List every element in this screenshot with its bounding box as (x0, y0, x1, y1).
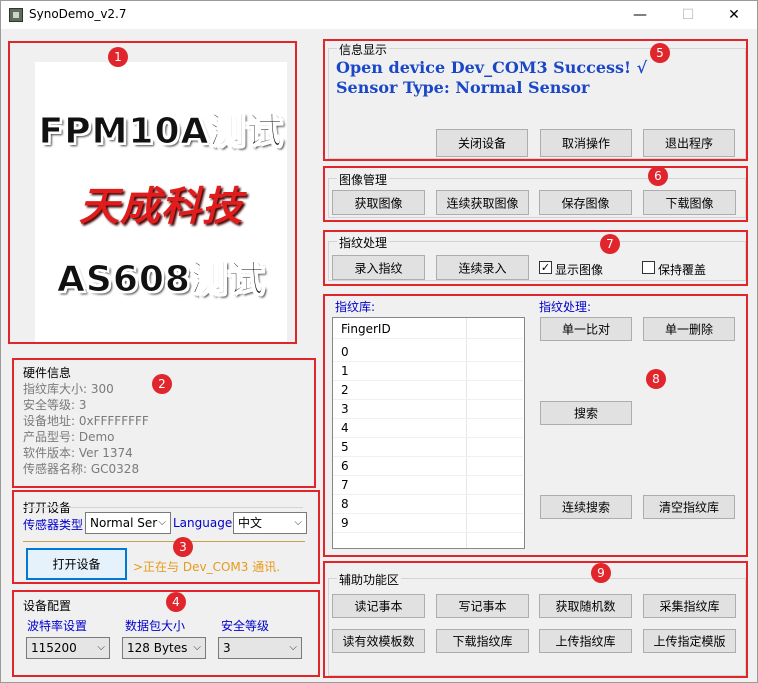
badge-3: 3 (173, 537, 193, 557)
annotation-box-7 (323, 230, 748, 286)
annotation-box-5 (323, 39, 748, 161)
annotation-box-6 (323, 166, 748, 222)
close-button[interactable]: ✕ (711, 1, 757, 29)
badge-9: 9 (591, 563, 611, 583)
annotation-box-1 (8, 41, 297, 344)
badge-2: 2 (152, 374, 172, 394)
window-title: SynoDemo_v2.7 (29, 7, 127, 21)
badge-1: 1 (108, 47, 128, 67)
badge-7: 7 (600, 234, 620, 254)
badge-4: 4 (166, 592, 186, 612)
app-window: SynoDemo_v2.7 — ☐ ✕ FPM10A测试 天成科技 AS608测… (0, 0, 758, 683)
title-bar: SynoDemo_v2.7 — ☐ ✕ (1, 1, 757, 29)
badge-8: 8 (646, 369, 666, 389)
app-icon (9, 8, 23, 22)
badge-5: 5 (650, 43, 670, 63)
annotation-box-8 (323, 294, 748, 557)
maximize-button[interactable]: ☐ (665, 1, 711, 29)
annotation-box-3 (12, 490, 320, 584)
minimize-button[interactable]: — (617, 1, 663, 29)
annotation-box-9 (323, 561, 748, 678)
badge-6: 6 (648, 166, 668, 186)
